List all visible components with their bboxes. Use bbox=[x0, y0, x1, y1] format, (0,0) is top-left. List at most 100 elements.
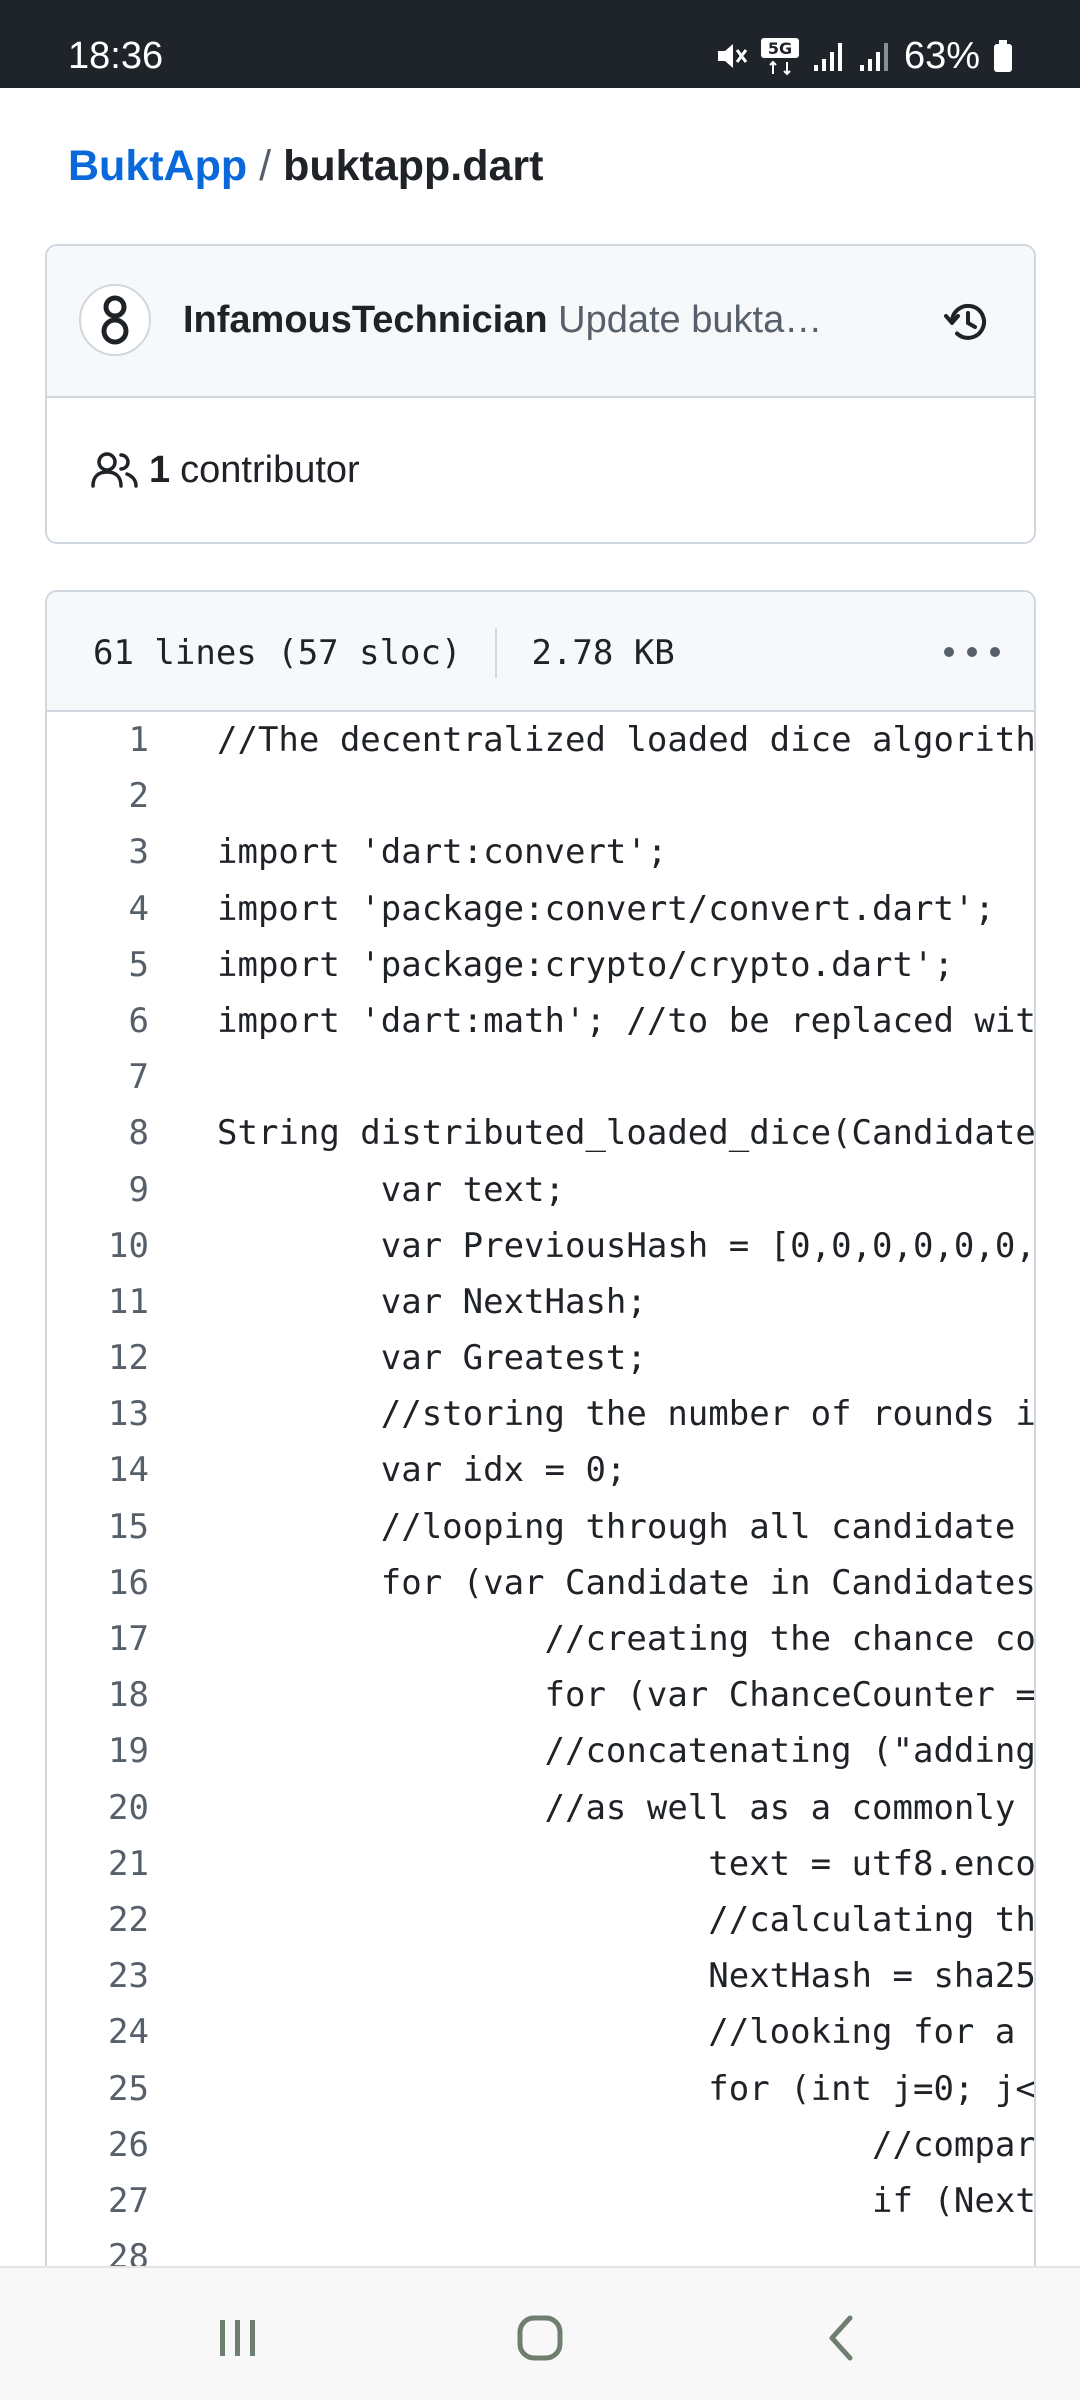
code-line: 13 //storing the number of rounds in bbox=[47, 1386, 1034, 1442]
line-number[interactable]: 22 bbox=[47, 1892, 149, 1948]
code-text: var NextHash; bbox=[217, 1281, 647, 1322]
code-text: //concatenating ("adding" bbox=[217, 1731, 1036, 1772]
line-number[interactable]: 18 bbox=[47, 1667, 149, 1723]
code-text: import 'package:convert/convert.dart'; bbox=[217, 888, 995, 929]
code-line: 25 for (int j=0; j<3 bbox=[47, 2061, 1034, 2117]
code-text: for (var ChanceCounter = bbox=[217, 1675, 1036, 1716]
line-number[interactable]: 4 bbox=[47, 881, 149, 937]
line-number[interactable]: 16 bbox=[47, 1555, 149, 1611]
history-icon[interactable] bbox=[942, 296, 994, 348]
line-number[interactable]: 17 bbox=[47, 1611, 149, 1667]
line-number[interactable]: 21 bbox=[47, 1836, 149, 1892]
line-number[interactable]: 5 bbox=[47, 937, 149, 993]
code-line: 21 text = utf8.encod bbox=[47, 1836, 1034, 1892]
code-text: if (NextH bbox=[217, 2180, 1036, 2221]
code-line: 7 bbox=[47, 1049, 1034, 1105]
code-line: 4 import 'package:convert/convert.dart'; bbox=[47, 881, 1034, 937]
line-number[interactable]: 26 bbox=[47, 2117, 149, 2173]
code-text: //as well as a commonly k bbox=[217, 1787, 1036, 1828]
breadcrumb: BuktApp / buktapp.dart bbox=[68, 138, 544, 194]
line-number[interactable]: 19 bbox=[47, 1723, 149, 1779]
code-line: 12 var Greatest; bbox=[47, 1330, 1034, 1386]
commit-message[interactable]: Update bukta… bbox=[558, 299, 822, 341]
line-number[interactable]: 15 bbox=[47, 1499, 149, 1555]
avatar[interactable] bbox=[79, 284, 151, 356]
code-line: 1 //The decentralized loaded dice algorit… bbox=[47, 712, 1034, 768]
status-bar: 18:36 5G 63% bbox=[0, 0, 1080, 88]
code-text: var Greatest; bbox=[217, 1338, 647, 1379]
recent-apps-button[interactable] bbox=[198, 2298, 278, 2378]
code-line: 10 var PreviousHash = [0,0,0,0,0,0,0 bbox=[47, 1218, 1034, 1274]
code-line: 19 //concatenating ("adding" bbox=[47, 1723, 1034, 1779]
status-time: 18:36 bbox=[68, 35, 164, 77]
breadcrumb-separator: / bbox=[259, 142, 272, 190]
home-button[interactable] bbox=[500, 2298, 580, 2378]
code-text: //compari bbox=[217, 2124, 1036, 2165]
code-line: 23 NextHash = sha256 bbox=[47, 1948, 1034, 2004]
line-number[interactable]: 25 bbox=[47, 2061, 149, 2117]
code-line: 17 //creating the chance cou bbox=[47, 1611, 1034, 1667]
code-line: 3 import 'dart:convert'; bbox=[47, 824, 1034, 880]
code-line: 2 bbox=[47, 768, 1034, 824]
line-number[interactable]: 2 bbox=[47, 768, 149, 824]
code-text: var PreviousHash = [0,0,0,0,0,0,0 bbox=[217, 1225, 1036, 1266]
line-number[interactable]: 11 bbox=[47, 1274, 149, 1330]
code-text: String distributed_loaded_dice(Candidate… bbox=[217, 1113, 1036, 1154]
line-number[interactable]: 6 bbox=[47, 993, 149, 1049]
line-number[interactable]: 9 bbox=[47, 1162, 149, 1218]
mute-icon bbox=[717, 44, 748, 68]
commit-author[interactable]: InfamousTechnician bbox=[183, 299, 548, 341]
code-line: 14 var idx = 0; bbox=[47, 1442, 1034, 1498]
code-text: for (int j=0; j<3 bbox=[217, 2068, 1036, 2109]
code-text: import 'dart:convert'; bbox=[217, 832, 668, 873]
avatar-icon bbox=[101, 295, 129, 345]
line-number[interactable]: 23 bbox=[47, 1948, 149, 2004]
code-text: //creating the chance cou bbox=[217, 1619, 1036, 1659]
line-number[interactable]: 1 bbox=[47, 712, 149, 768]
commit-summary[interactable]: InfamousTechnician Update bukta… bbox=[183, 292, 823, 348]
file-size: 2.78 KB bbox=[531, 633, 675, 673]
home-icon bbox=[517, 2315, 563, 2361]
code-line: 27 if (NextH bbox=[47, 2173, 1034, 2229]
line-number[interactable]: 14 bbox=[47, 1442, 149, 1498]
code-line: 8 String distributed_loaded_dice(Candidat… bbox=[47, 1105, 1034, 1161]
code-text: text = utf8.encod bbox=[217, 1843, 1036, 1884]
code-line: 9 var text; bbox=[47, 1162, 1034, 1218]
line-number[interactable]: 8 bbox=[47, 1105, 149, 1161]
code-text: for (var Candidate in Candidates) bbox=[217, 1562, 1036, 1603]
line-number[interactable]: 12 bbox=[47, 1330, 149, 1386]
code-text: //calculating the bbox=[217, 1899, 1036, 1940]
back-button[interactable] bbox=[802, 2298, 882, 2378]
code-line: 26 //compari bbox=[47, 2117, 1034, 2173]
file-header: 61 lines (57 sloc) 2.78 KB bbox=[47, 592, 1034, 712]
5g-icon: 5G bbox=[760, 38, 799, 76]
code-text: var text; bbox=[217, 1169, 565, 1210]
back-icon bbox=[829, 2315, 853, 2361]
people-icon bbox=[91, 452, 138, 488]
repo-link[interactable]: BuktApp bbox=[68, 142, 247, 190]
code-line: 15 //looping through all candidate n bbox=[47, 1499, 1034, 1555]
recent-apps-icon bbox=[220, 2320, 255, 2356]
line-number[interactable]: 27 bbox=[47, 2173, 149, 2229]
latest-commit[interactable]: InfamousTechnician Update bukta… bbox=[47, 246, 1034, 398]
divider bbox=[495, 628, 498, 678]
file-lines-info: 61 lines (57 sloc) bbox=[93, 633, 462, 673]
code-line: 16 for (var Candidate in Candidates) bbox=[47, 1555, 1034, 1611]
contributors-label: contributor bbox=[180, 448, 360, 491]
line-number[interactable]: 10 bbox=[47, 1218, 149, 1274]
code-line: 20 //as well as a commonly k bbox=[47, 1780, 1034, 1836]
line-number[interactable]: 13 bbox=[47, 1386, 149, 1442]
code-line: 6 import 'dart:math'; //to be replaced wi… bbox=[47, 993, 1034, 1049]
code-text: //looking for a h bbox=[217, 2012, 1036, 2053]
code-line: 5 import 'package:crypto/crypto.dart'; bbox=[47, 937, 1034, 993]
line-number[interactable]: 7 bbox=[47, 1049, 149, 1105]
line-number[interactable]: 20 bbox=[47, 1780, 149, 1836]
contributors[interactable]: 1 contributor bbox=[91, 442, 360, 498]
contributors-count: 1 bbox=[149, 448, 171, 491]
more-options-icon[interactable] bbox=[944, 632, 1000, 672]
svg-text:5G: 5G bbox=[768, 39, 792, 58]
line-number[interactable]: 24 bbox=[47, 2004, 149, 2060]
file-meta: 61 lines (57 sloc) 2.78 KB bbox=[93, 626, 675, 680]
line-number[interactable]: 3 bbox=[47, 824, 149, 880]
status-icons: 5G 63% bbox=[714, 36, 1014, 76]
